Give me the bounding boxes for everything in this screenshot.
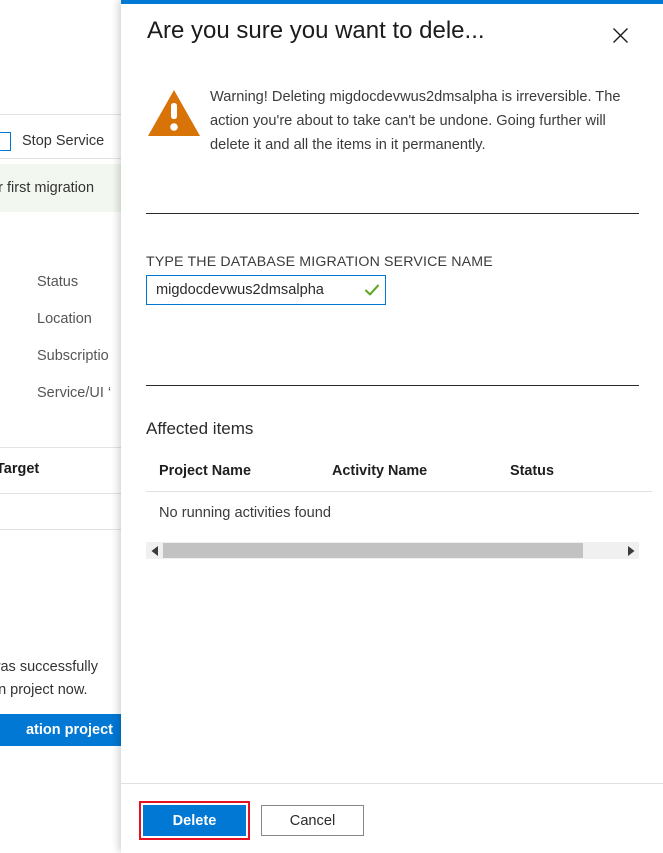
column-header-status[interactable]: Status — [510, 463, 652, 492]
blade-property-status: Status — [37, 274, 78, 290]
column-header-activity-name[interactable]: Activity Name — [332, 463, 510, 492]
scrollbar-thumb[interactable] — [163, 543, 583, 558]
affected-items-title: Affected items — [146, 419, 253, 439]
table-row: No running activities found — [146, 492, 652, 536]
warning-block: Warning! Deleting migdocdevwus2dmsalpha … — [146, 85, 639, 157]
dialog-header: Are you sure you want to dele... — [121, 4, 663, 64]
blade-section-title-target: Target — [0, 461, 39, 477]
affected-items-table-wrapper: Project Name Activity Name Status No run… — [146, 463, 639, 535]
stop-service-label: Stop Service — [22, 133, 104, 149]
delete-confirmation-dialog: Are you sure you want to dele... Warning… — [121, 0, 663, 852]
delete-button[interactable]: Delete — [143, 805, 246, 836]
confirm-field-label: TYPE THE DATABASE MIGRATION SERVICE NAME — [146, 254, 493, 270]
section-divider-bottom — [146, 385, 639, 386]
dialog-title: Are you sure you want to dele... — [147, 17, 485, 45]
cancel-button[interactable]: Cancel — [261, 805, 364, 836]
stop-service-checkbox-row[interactable]: Stop Service — [0, 124, 121, 158]
blade-notice-text: our first migration — [0, 180, 94, 196]
blade-notice-banner: our first migration — [0, 164, 121, 212]
dialog-footer: Delete Cancel — [121, 783, 663, 853]
blade-new-migration-project-label: ation project — [26, 722, 113, 738]
scrollbar-track[interactable] — [163, 542, 622, 559]
confirm-field-wrapper[interactable] — [146, 275, 386, 305]
warning-text: Warning! Deleting migdocdevwus2dmsalpha … — [146, 85, 639, 157]
dialog-body: Warning! Deleting migdocdevwus2dmsalpha … — [121, 64, 663, 783]
blade-divider — [0, 529, 121, 530]
blade-divider — [0, 493, 121, 494]
blade-divider — [0, 158, 121, 159]
caret-right-icon[interactable] — [622, 542, 639, 559]
caret-left-icon[interactable] — [146, 542, 163, 559]
blade-property-location: Location — [37, 311, 92, 327]
blade-property-service-ui: Service/UI ‘ — [37, 385, 111, 401]
blade-divider — [0, 114, 121, 115]
blade-new-migration-project-button[interactable]: ation project — [0, 714, 121, 746]
blade-divider — [0, 447, 121, 448]
close-icon[interactable] — [602, 17, 638, 53]
blade-message-line-2: on project now. — [0, 682, 88, 698]
checkbox-icon[interactable] — [0, 132, 11, 151]
empty-state-message: No running activities found — [146, 492, 652, 536]
table-horizontal-scrollbar[interactable] — [146, 542, 639, 559]
checkmark-icon — [359, 282, 385, 298]
warning-triangle-icon — [146, 87, 202, 139]
background-blade: Stop Service our first migration Status … — [0, 0, 121, 852]
table-header-row: Project Name Activity Name Status — [146, 463, 652, 492]
blade-property-subscription: Subscriptio — [37, 348, 109, 364]
section-divider-top — [146, 213, 639, 214]
confirm-name-input[interactable] — [147, 276, 359, 304]
column-header-project-name[interactable]: Project Name — [146, 463, 332, 492]
affected-items-table: Project Name Activity Name Status No run… — [146, 463, 652, 535]
blade-message-line-1: was successfully — [0, 659, 98, 675]
